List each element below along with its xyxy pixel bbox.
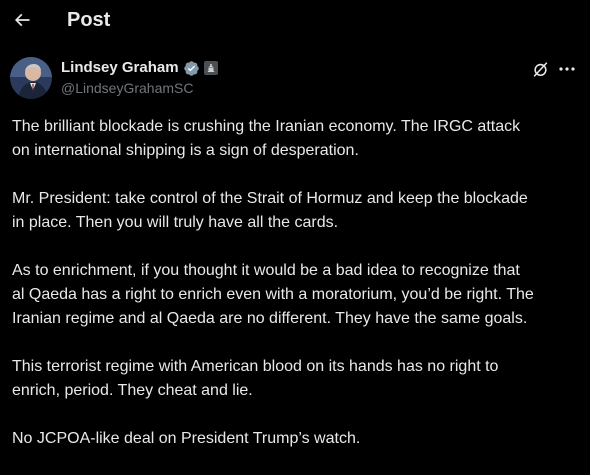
back-button[interactable]	[10, 6, 34, 34]
grok-button[interactable]	[531, 60, 549, 78]
more-options-icon	[559, 67, 575, 71]
page-title: Post	[67, 9, 111, 31]
tweet-paragraph: This terrorist regime with American bloo…	[12, 358, 499, 399]
top-bar: Post	[0, 0, 590, 40]
author-name-row: Lindsey Graham	[61, 58, 218, 78]
author-display-name[interactable]: Lindsey Graham	[61, 58, 179, 78]
tweet-text: The brilliant blockade is crushing the I…	[12, 115, 584, 475]
tweet-paragraph: No JCPOA-like deal on President Trump’s …	[12, 430, 361, 447]
tweet-paragraph: The brilliant blockade is crushing the I…	[12, 118, 521, 159]
arrow-left-icon	[14, 13, 30, 27]
tweet-paragraph: Mr. President: take control of the Strai…	[12, 190, 528, 231]
author-handle[interactable]: @LindseyGrahamSC	[61, 79, 218, 97]
tweet-paragraph: As to enrichment, if you thought it woul…	[12, 262, 534, 327]
more-options-button[interactable]	[557, 60, 577, 78]
grok-icon	[533, 61, 547, 77]
author-info: Lindsey Graham @LindseyGrahamSC	[61, 58, 218, 97]
avatar[interactable]	[10, 57, 52, 99]
government-affiliation-icon[interactable]	[203, 61, 218, 75]
verified-badge-icon[interactable]	[183, 60, 200, 77]
